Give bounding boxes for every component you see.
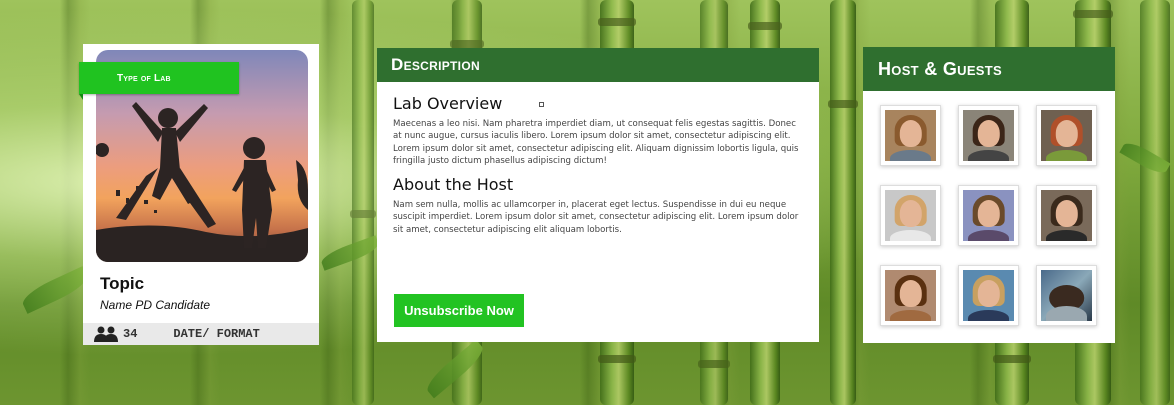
guest-grid	[880, 105, 1097, 326]
guest-avatar[interactable]	[1036, 265, 1097, 326]
guest-avatar[interactable]	[1036, 105, 1097, 166]
checkbox-icon	[539, 102, 545, 107]
lab-overview-title: Lab Overview	[393, 94, 503, 113]
guest-avatar[interactable]	[880, 265, 941, 326]
lab-overview-heading: Lab Overview	[393, 94, 803, 113]
lab-topic[interactable]: Topic	[100, 274, 144, 294]
lab-overview-text: Maecenas a leo nisi. Nam pharetra imperd…	[393, 119, 799, 166]
guest-avatar[interactable]	[880, 185, 941, 246]
date-format: DATE/ FORMAT	[173, 327, 260, 341]
candidate-name: Name PD Candidate	[100, 298, 211, 312]
about-host-heading: About the Host	[393, 175, 514, 195]
description-panel: Description Lab Overview Maecenas a leo …	[377, 48, 819, 342]
guest-avatar[interactable]	[1036, 185, 1097, 246]
host-guests-panel: Host & Guests	[863, 47, 1115, 343]
card-footer: 34 DATE/ FORMAT	[83, 323, 319, 345]
lab-card[interactable]: Type of Lab Topic Name PD Candidate 34 D…	[79, 44, 319, 345]
guest-avatar[interactable]	[958, 105, 1019, 166]
lab-type-ribbon: Type of Lab	[79, 62, 239, 100]
people-icon	[94, 326, 118, 342]
guest-avatar[interactable]	[958, 265, 1019, 326]
unsubscribe-button[interactable]: Unsubscribe Now	[394, 294, 524, 327]
host-guests-header: Host & Guests	[863, 47, 1115, 91]
description-header: Description	[377, 48, 819, 82]
attendee-count: 34	[123, 327, 138, 341]
guest-avatar[interactable]	[958, 185, 1019, 246]
guest-avatar[interactable]	[880, 105, 941, 166]
about-host-text: Nam sem nulla, mollis ac ullamcorper in,…	[393, 200, 799, 235]
